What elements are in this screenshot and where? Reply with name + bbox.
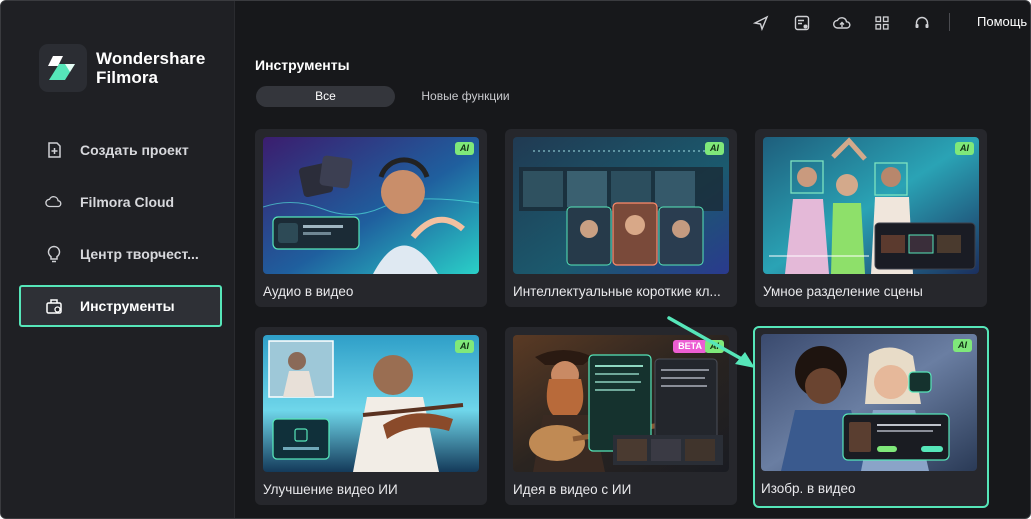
tab-new-features[interactable]: Новые функции xyxy=(403,86,528,107)
sidebar-item-label: Filmora Cloud xyxy=(80,194,175,210)
help-menu[interactable]: Помощь xyxy=(977,14,1027,29)
cloud-upload-icon[interactable] xyxy=(832,13,852,33)
app-window: Wondershare Filmora Создать проект Filmo… xyxy=(0,0,1031,519)
ai-badge: AI xyxy=(955,142,974,155)
card-label: Аудио в видео xyxy=(263,284,354,299)
tool-card-smart-short-clips[interactable]: AI Интеллектуальные короткие кл... xyxy=(505,129,737,307)
checklist-icon[interactable] xyxy=(792,13,812,33)
sidebar-item-filmora-cloud[interactable]: Filmora Cloud xyxy=(19,181,222,223)
sidebar-item-create-project[interactable]: Создать проект xyxy=(19,129,222,171)
sidebar-item-label: Инструменты xyxy=(80,298,175,314)
ai-badge: AI xyxy=(953,339,972,352)
card-label: Идея в видео с ИИ xyxy=(513,482,632,497)
lightbulb-icon xyxy=(45,245,63,263)
card-label: Умное разделение сцены xyxy=(763,284,923,299)
card-thumbnail: AI xyxy=(263,335,479,472)
sidebar-nav: Создать проект Filmora Cloud Центр творч… xyxy=(19,129,222,337)
tool-card-ai-video-enhancer[interactable]: AI Улучшение видео ИИ xyxy=(255,327,487,505)
tool-card-smart-scene-split[interactable]: AI Умное разделение сцены xyxy=(755,129,987,307)
brand-line-1: Wondershare xyxy=(96,49,206,68)
send-icon[interactable] xyxy=(751,13,771,33)
card-thumbnail: AI xyxy=(763,137,979,274)
filmora-logo xyxy=(39,44,87,92)
toolbox-icon xyxy=(45,297,63,315)
page-title: Инструменты xyxy=(255,57,350,73)
card-label: Интеллектуальные короткие кл... xyxy=(513,284,721,299)
sidebar-item-creative-center[interactable]: Центр творчест... xyxy=(19,233,222,275)
card-label: Улучшение видео ИИ xyxy=(263,482,398,497)
filter-tabs: Все Новые функции xyxy=(256,86,528,107)
pointer-arrow-icon xyxy=(667,316,755,368)
tool-card-image-to-video[interactable]: AI Изобр. в видео xyxy=(753,326,989,508)
cloud-icon xyxy=(45,193,63,211)
card-thumbnail: AI xyxy=(761,334,977,471)
ai-badge: AI xyxy=(455,142,474,155)
card-thumbnail: AI xyxy=(263,137,479,274)
topbar-divider xyxy=(949,13,950,31)
sidebar-item-label: Создать проект xyxy=(80,142,189,158)
sidebar: Wondershare Filmora Создать проект Filmo… xyxy=(1,1,235,518)
sidebar-item-label: Центр творчест... xyxy=(80,246,199,262)
brand-name: Wondershare Filmora xyxy=(96,49,205,87)
plus-square-icon xyxy=(45,141,63,159)
card-label: Изобр. в видео xyxy=(761,481,856,496)
tab-all[interactable]: Все xyxy=(256,86,395,107)
ai-badge: AI xyxy=(455,340,474,353)
tool-card-audio-to-video[interactable]: AI Аудио в видео xyxy=(255,129,487,307)
card-thumbnail: AI xyxy=(513,137,729,274)
brand: Wondershare Filmora xyxy=(39,44,205,92)
sidebar-item-tools[interactable]: Инструменты xyxy=(19,285,222,327)
headset-icon[interactable] xyxy=(912,13,932,33)
grid-icon[interactable] xyxy=(872,13,892,33)
brand-line-2: Filmora xyxy=(96,68,159,87)
ai-badge: AI xyxy=(705,142,724,155)
